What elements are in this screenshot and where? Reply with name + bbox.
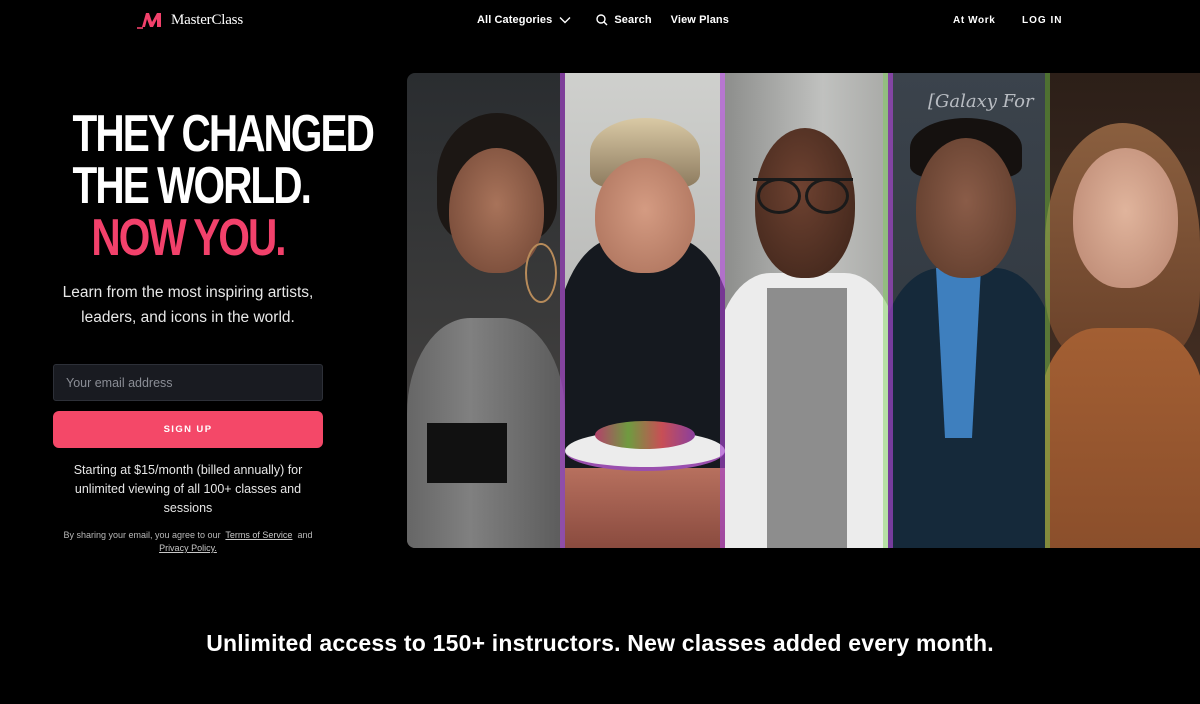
legal-and: and <box>297 530 313 540</box>
hero-headline: THEY CHANGED THE WORLD. NOW YOU. <box>72 105 375 267</box>
legal-prefix: By sharing your email, you agree to our <box>63 530 221 540</box>
search-icon <box>596 14 608 26</box>
all-categories-label: All Categories <box>477 14 553 26</box>
glasses <box>753 178 853 214</box>
privacy-policy-link[interactable]: Privacy Policy. <box>159 543 217 553</box>
instructor-portrait-astrophysicist: [Galaxy For <box>888 73 1045 548</box>
masterclass-logo[interactable]: MasterClass <box>137 11 243 29</box>
search-label: Search <box>614 14 652 26</box>
log-in-link[interactable]: LOG IN <box>1022 15 1062 26</box>
headline-line-2: THE WORLD. <box>72 157 312 215</box>
view-plans-label: View Plans <box>670 14 729 26</box>
hero-subhead: Learn from the most inspiring artists, l… <box>62 284 314 326</box>
instructor-portrait-chef <box>565 73 725 548</box>
legal-disclaimer: By sharing your email, you agree to our … <box>48 529 328 555</box>
instructor-portrait-actor <box>725 73 888 548</box>
chalkboard-text: [Galaxy For <box>928 91 1034 112</box>
instructor-collage: [Galaxy For <box>407 73 1200 548</box>
pricing-note: Starting at $15/month (billed annually) … <box>73 463 303 515</box>
sign-up-button[interactable]: SIGN UP <box>53 411 323 448</box>
hero-copy: THEY CHANGED THE WORLD. NOW YOU. Learn f… <box>40 100 375 330</box>
instructor-portrait-singer <box>407 73 565 548</box>
view-plans-link[interactable]: View Plans <box>671 14 729 26</box>
search-button[interactable]: Search <box>596 14 652 26</box>
masterclass-m-icon <box>137 13 161 29</box>
hoop-earring <box>525 243 557 303</box>
terms-of-service-link[interactable]: Terms of Service <box>225 530 292 540</box>
main-nav: All Categories Search View Plans <box>477 14 729 26</box>
brand-name: MasterClass <box>171 11 243 28</box>
top-nav: MasterClass All Categories Search View P… <box>0 0 1200 44</box>
email-input[interactable] <box>53 364 323 401</box>
instructors-tagline: Unlimited access to 150+ instructors. Ne… <box>206 630 994 656</box>
chevron-down-icon <box>559 17 571 24</box>
headline-line-3: NOW YOU. <box>91 209 286 267</box>
headline-line-1: THEY CHANGED <box>72 105 375 163</box>
at-work-link[interactable]: At Work <box>953 15 995 26</box>
instructor-portrait-actress <box>1045 73 1200 548</box>
all-categories-dropdown[interactable]: All Categories <box>477 14 571 26</box>
